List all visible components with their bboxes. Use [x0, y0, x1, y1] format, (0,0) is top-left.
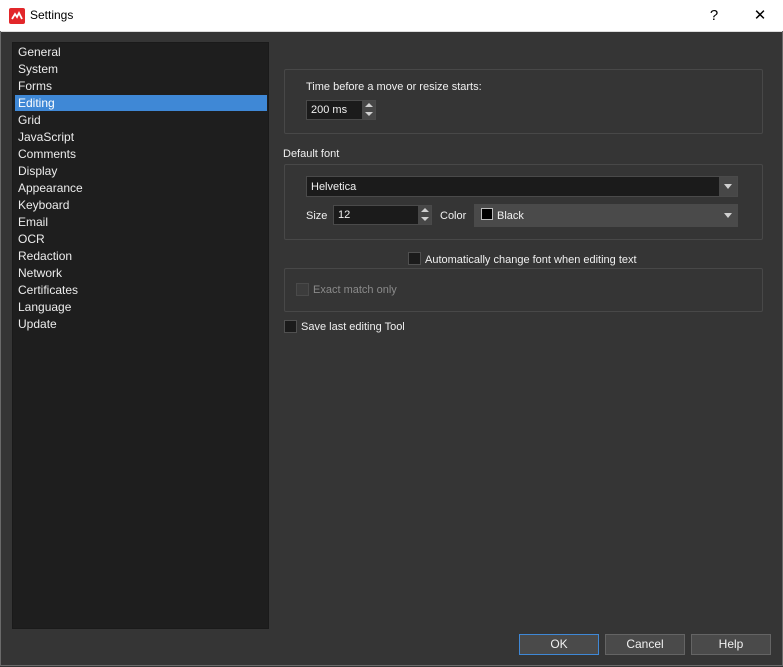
- ok-button[interactable]: OK: [519, 634, 599, 655]
- color-swatch: [481, 208, 493, 220]
- help-question-icon[interactable]: ?: [691, 0, 737, 31]
- chevron-down-icon[interactable]: [719, 177, 737, 196]
- font-color-select[interactable]: Black: [474, 204, 738, 227]
- chevron-down-icon[interactable]: [719, 205, 737, 226]
- font-family-value: Helvetica: [311, 181, 357, 193]
- sidebar-item-editing[interactable]: Editing: [15, 95, 267, 111]
- title-bar: Settings ? ✕: [0, 0, 783, 32]
- cancel-button[interactable]: Cancel: [605, 634, 685, 655]
- sidebar-item-javascript[interactable]: JavaScript: [15, 129, 267, 145]
- font-color-value: Black: [497, 210, 524, 222]
- sidebar-item-keyboard[interactable]: Keyboard: [15, 197, 267, 213]
- sidebar-item-display[interactable]: Display: [15, 163, 267, 179]
- sidebar-item-grid[interactable]: Grid: [15, 112, 267, 128]
- exact-match-label: Exact match only: [313, 284, 397, 296]
- sidebar-item-redaction[interactable]: Redaction: [15, 248, 267, 264]
- sidebar-item-language[interactable]: Language: [15, 299, 267, 315]
- spin-down-icon[interactable]: [421, 217, 429, 221]
- save-last-tool-label: Save last editing Tool: [301, 321, 405, 333]
- settings-category-list[interactable]: General System Forms Editing Grid JavaSc…: [12, 42, 269, 629]
- sidebar-item-comments[interactable]: Comments: [15, 146, 267, 162]
- sidebar-item-update[interactable]: Update: [15, 316, 267, 332]
- move-delay-spinbox[interactable]: 200 ms: [306, 100, 376, 120]
- save-last-tool-checkbox[interactable]: [284, 320, 297, 333]
- sidebar-item-system[interactable]: System: [15, 61, 267, 77]
- auto-change-font-checkbox[interactable]: [408, 252, 421, 265]
- sidebar-item-network[interactable]: Network: [15, 265, 267, 281]
- spin-up-icon[interactable]: [421, 208, 429, 212]
- font-size-value: 12: [338, 209, 351, 221]
- spin-down-icon[interactable]: [365, 112, 373, 116]
- sidebar-item-certificates[interactable]: Certificates: [15, 282, 267, 298]
- move-delay-label: Time before a move or resize starts:: [306, 81, 482, 93]
- sidebar-item-general[interactable]: General: [15, 44, 267, 60]
- sidebar-item-forms[interactable]: Forms: [15, 78, 267, 94]
- spin-arrows[interactable]: [418, 206, 431, 224]
- sidebar-item-ocr[interactable]: OCR: [15, 231, 267, 247]
- auto-change-font-label: Automatically change font when editing t…: [425, 254, 637, 266]
- default-font-heading: Default font: [283, 148, 340, 160]
- sidebar-item-email[interactable]: Email: [15, 214, 267, 230]
- font-family-select[interactable]: Helvetica: [306, 176, 738, 197]
- window-title: Settings: [30, 8, 74, 22]
- move-delay-value: 200 ms: [311, 104, 348, 116]
- font-size-label: Size: [306, 210, 328, 222]
- close-icon[interactable]: ✕: [737, 0, 783, 31]
- spin-up-icon[interactable]: [365, 103, 373, 107]
- sidebar-item-appearance[interactable]: Appearance: [15, 180, 267, 196]
- spin-arrows[interactable]: [362, 101, 375, 119]
- font-color-label: Color: [440, 210, 467, 222]
- help-button[interactable]: Help: [691, 634, 771, 655]
- font-size-spinbox[interactable]: 12: [333, 205, 432, 225]
- exact-match-checkbox[interactable]: [296, 283, 309, 296]
- app-logo-icon: [9, 8, 25, 24]
